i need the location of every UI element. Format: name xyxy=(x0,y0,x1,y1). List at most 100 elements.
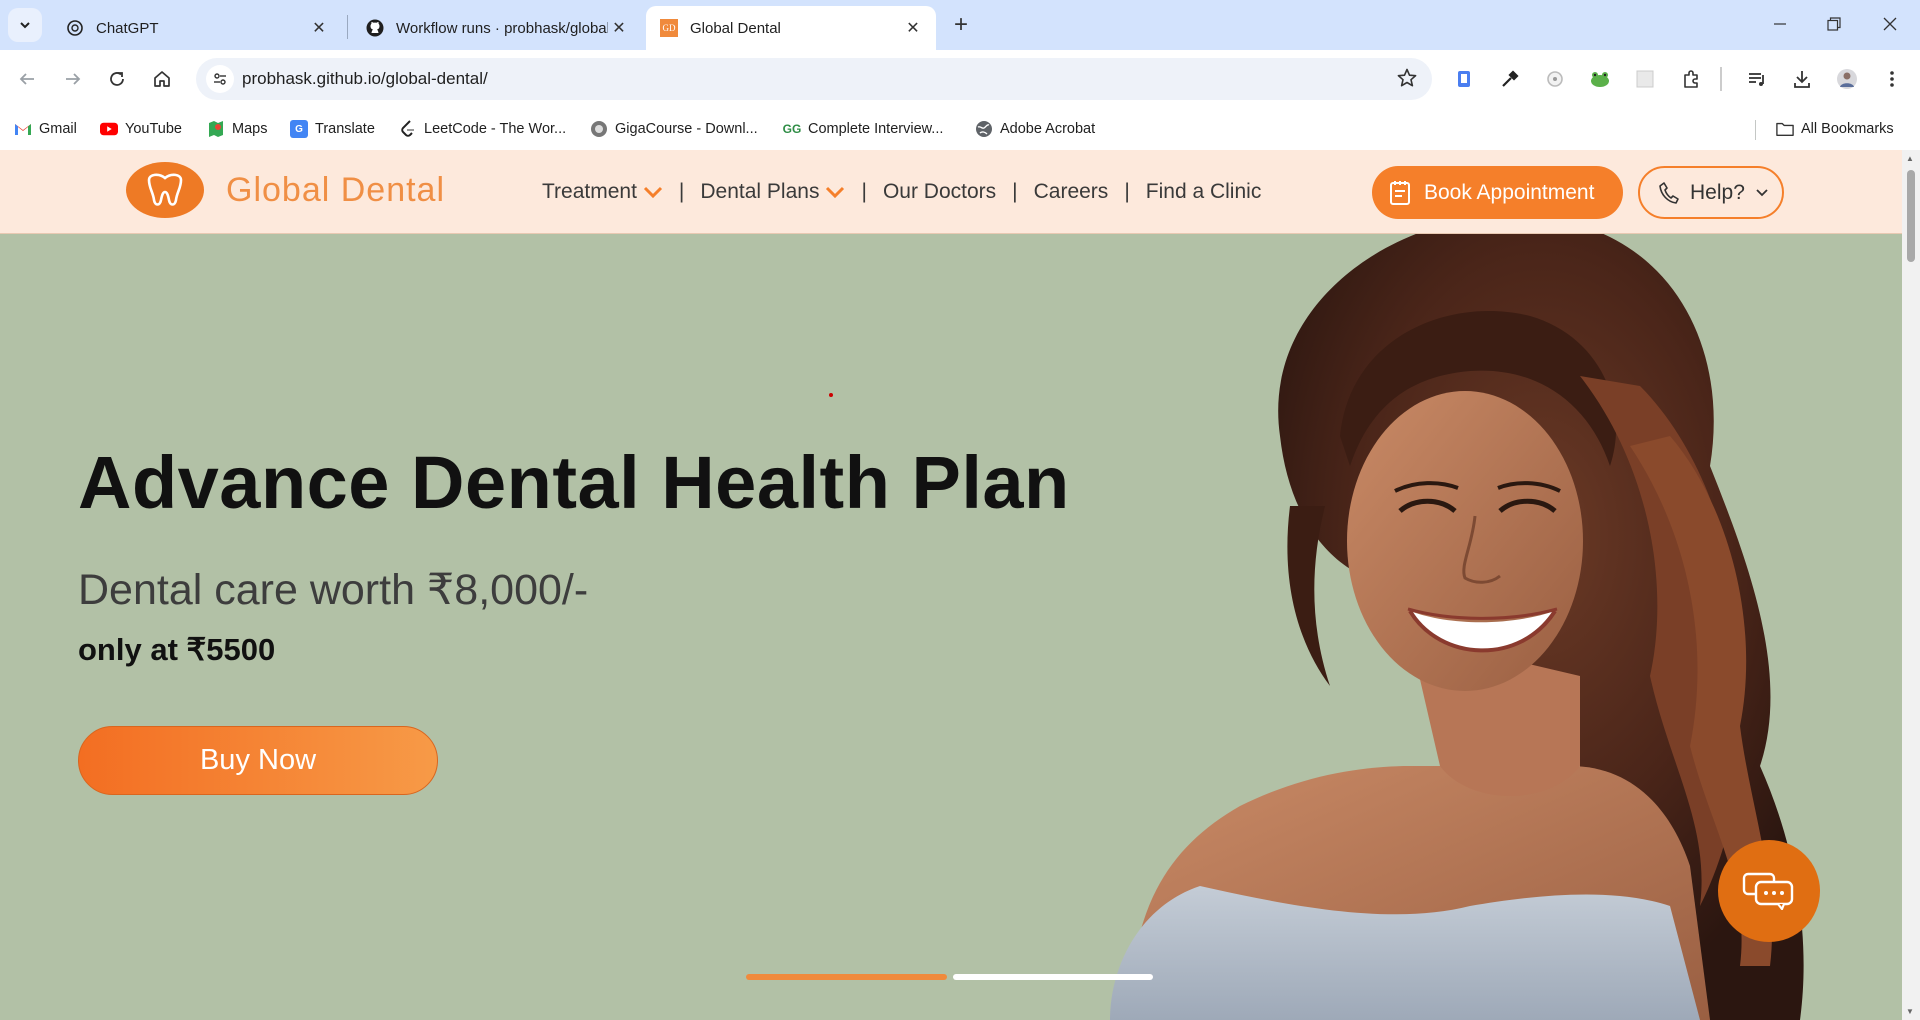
close-icon[interactable]: ✕ xyxy=(608,17,630,39)
profile-avatar[interactable] xyxy=(1833,65,1861,93)
help-label: Help? xyxy=(1690,180,1745,204)
nav-item-dental-plans[interactable]: Dental Plans xyxy=(700,180,845,204)
bookmark-label: Maps xyxy=(232,121,268,137)
url-text[interactable]: probhask.github.io/global-dental/ xyxy=(242,69,488,89)
nav-item-our-doctors[interactable]: Our Doctors xyxy=(883,180,996,204)
nav-separator: | xyxy=(678,180,685,203)
bookmark-label: Complete Interview... xyxy=(808,121,944,137)
chevron-down-icon xyxy=(643,186,662,198)
chat-button[interactable] xyxy=(1718,840,1820,942)
globe-icon xyxy=(975,120,993,138)
scroll-up-icon[interactable]: ▲ xyxy=(1906,154,1914,163)
nav-separator: | xyxy=(1012,180,1018,203)
bookmark-label: YouTube xyxy=(125,121,182,137)
nav-label: Our Doctors xyxy=(882,180,997,203)
page-viewport: Global Dental Treatment | Dental Plans |… xyxy=(0,150,1902,1020)
main-nav: Treatment | Dental Plans | Our Doctors |… xyxy=(542,180,1261,204)
hero-title: Advance Dental Health Plan xyxy=(78,441,1070,524)
extensions-puzzle-icon[interactable] xyxy=(1677,65,1705,93)
bookmark-star-icon[interactable] xyxy=(1396,67,1418,94)
close-window-button[interactable] xyxy=(1862,0,1918,48)
buy-now-button[interactable]: Buy Now xyxy=(78,726,438,795)
bookmark-translate[interactable]: G Translate xyxy=(290,118,375,140)
github-icon xyxy=(366,19,384,37)
tab-divider xyxy=(347,15,348,39)
download-icon[interactable] xyxy=(1788,65,1816,93)
home-icon xyxy=(154,71,170,87)
bookmark-label: LeetCode - The Wor... xyxy=(424,121,567,137)
restore-icon xyxy=(1827,17,1841,31)
all-bookmarks-label: All Bookmarks xyxy=(1801,121,1894,137)
maps-icon xyxy=(207,120,225,138)
global-dental-favicon-icon: GD xyxy=(660,19,678,37)
browser-menu-icon[interactable] xyxy=(1878,65,1906,93)
decorative-dot xyxy=(829,393,833,397)
bookmark-gmail[interactable]: Gmail xyxy=(14,118,77,140)
bookmark-youtube[interactable]: YouTube xyxy=(100,118,182,140)
nav-separator: | xyxy=(861,180,867,203)
site-header: Global Dental Treatment | Dental Plans |… xyxy=(0,150,1902,234)
media-controls-icon[interactable] xyxy=(1743,65,1771,93)
translate-icon: G xyxy=(290,120,308,138)
bookmark-adobe-acrobat[interactable]: Adobe Acrobat xyxy=(975,118,1095,140)
home-button[interactable] xyxy=(145,62,179,96)
extension-grid-icon[interactable] xyxy=(1631,65,1659,93)
page-scrollbar[interactable]: ▲ ▼ xyxy=(1902,150,1920,1020)
extension-frog-icon[interactable] xyxy=(1586,65,1614,93)
site-logo[interactable]: Global Dental xyxy=(126,160,445,220)
site-info-icon[interactable] xyxy=(206,65,234,93)
nav-item-find-a-clinic[interactable]: Find a Clinic xyxy=(1146,180,1262,204)
bookmark-gigacourse[interactable]: GigaCourse - Downl... xyxy=(590,118,758,140)
gmail-icon xyxy=(14,120,32,138)
browser-tab-workflow-runs[interactable]: Workflow runs · probhask/global-dental ✕ xyxy=(352,6,642,50)
phone-icon xyxy=(1659,181,1679,204)
arrow-right-icon xyxy=(66,73,81,85)
nav-separator: | xyxy=(1124,180,1130,203)
bookmark-label: Gmail xyxy=(39,121,77,137)
arrow-left-icon xyxy=(19,73,34,85)
extension-timer-icon[interactable] xyxy=(1541,65,1569,93)
bookmark-leetcode[interactable]: LeetCode - The Wor... xyxy=(399,118,566,140)
nav-label: Treatment xyxy=(542,180,637,203)
browser-tab-chatgpt[interactable]: ChatGPT ✕ xyxy=(52,6,342,50)
new-tab-button[interactable]: + xyxy=(944,10,978,40)
bookmarks-bar: Gmail YouTube Maps G Translate LeetCode … xyxy=(0,108,1920,150)
close-icon[interactable]: ✕ xyxy=(308,17,330,39)
browser-toolbar: probhask.github.io/global-dental/ xyxy=(0,50,1920,108)
tab-title: Global Dental xyxy=(690,19,781,37)
nav-item-treatment[interactable]: Treatment xyxy=(542,180,663,204)
scroll-down-icon[interactable]: ▼ xyxy=(1906,1007,1914,1016)
reload-button[interactable] xyxy=(100,62,134,96)
help-button[interactable]: Help? xyxy=(1638,166,1784,219)
slider-indicator-2[interactable] xyxy=(953,974,1153,980)
bookmark-maps[interactable]: Maps xyxy=(207,118,267,140)
all-bookmarks-button[interactable]: All Bookmarks xyxy=(1776,118,1894,140)
eyedropper-icon[interactable] xyxy=(1496,65,1524,93)
close-icon[interactable]: ✕ xyxy=(902,17,924,39)
slider-indicator-1[interactable] xyxy=(746,974,947,980)
back-button[interactable] xyxy=(10,62,44,96)
forward-button[interactable] xyxy=(56,62,90,96)
site-brand-name: Global Dental xyxy=(226,170,446,209)
bookmark-complete-interview[interactable]: GG Complete Interview... xyxy=(783,118,944,140)
extension-docs-icon[interactable] xyxy=(1450,65,1478,93)
nav-item-careers[interactable]: Careers xyxy=(1034,180,1109,204)
folder-icon xyxy=(1776,120,1794,138)
chat-bubbles-icon xyxy=(1742,872,1794,910)
minimize-button[interactable] xyxy=(1752,0,1808,48)
browser-tab-global-dental[interactable]: GD Global Dental ✕ xyxy=(646,6,936,50)
restore-button[interactable] xyxy=(1806,0,1862,48)
chevron-down-icon xyxy=(1756,188,1768,196)
gigacourse-icon xyxy=(590,120,608,138)
tab-search-button[interactable] xyxy=(8,8,42,42)
scrollbar-thumb[interactable] xyxy=(1907,170,1915,262)
book-appointment-button[interactable]: Book Appointment xyxy=(1372,166,1623,219)
bookmark-label: GigaCourse - Downl... xyxy=(615,121,758,137)
minimize-icon xyxy=(1774,23,1786,25)
nav-label: Find a Clinic xyxy=(1145,180,1262,203)
address-bar[interactable]: probhask.github.io/global-dental/ xyxy=(196,58,1432,100)
nav-label: Careers xyxy=(1033,180,1109,203)
toolbar-divider xyxy=(1720,67,1722,91)
reload-icon xyxy=(110,72,124,86)
chevron-down-icon xyxy=(826,186,845,198)
